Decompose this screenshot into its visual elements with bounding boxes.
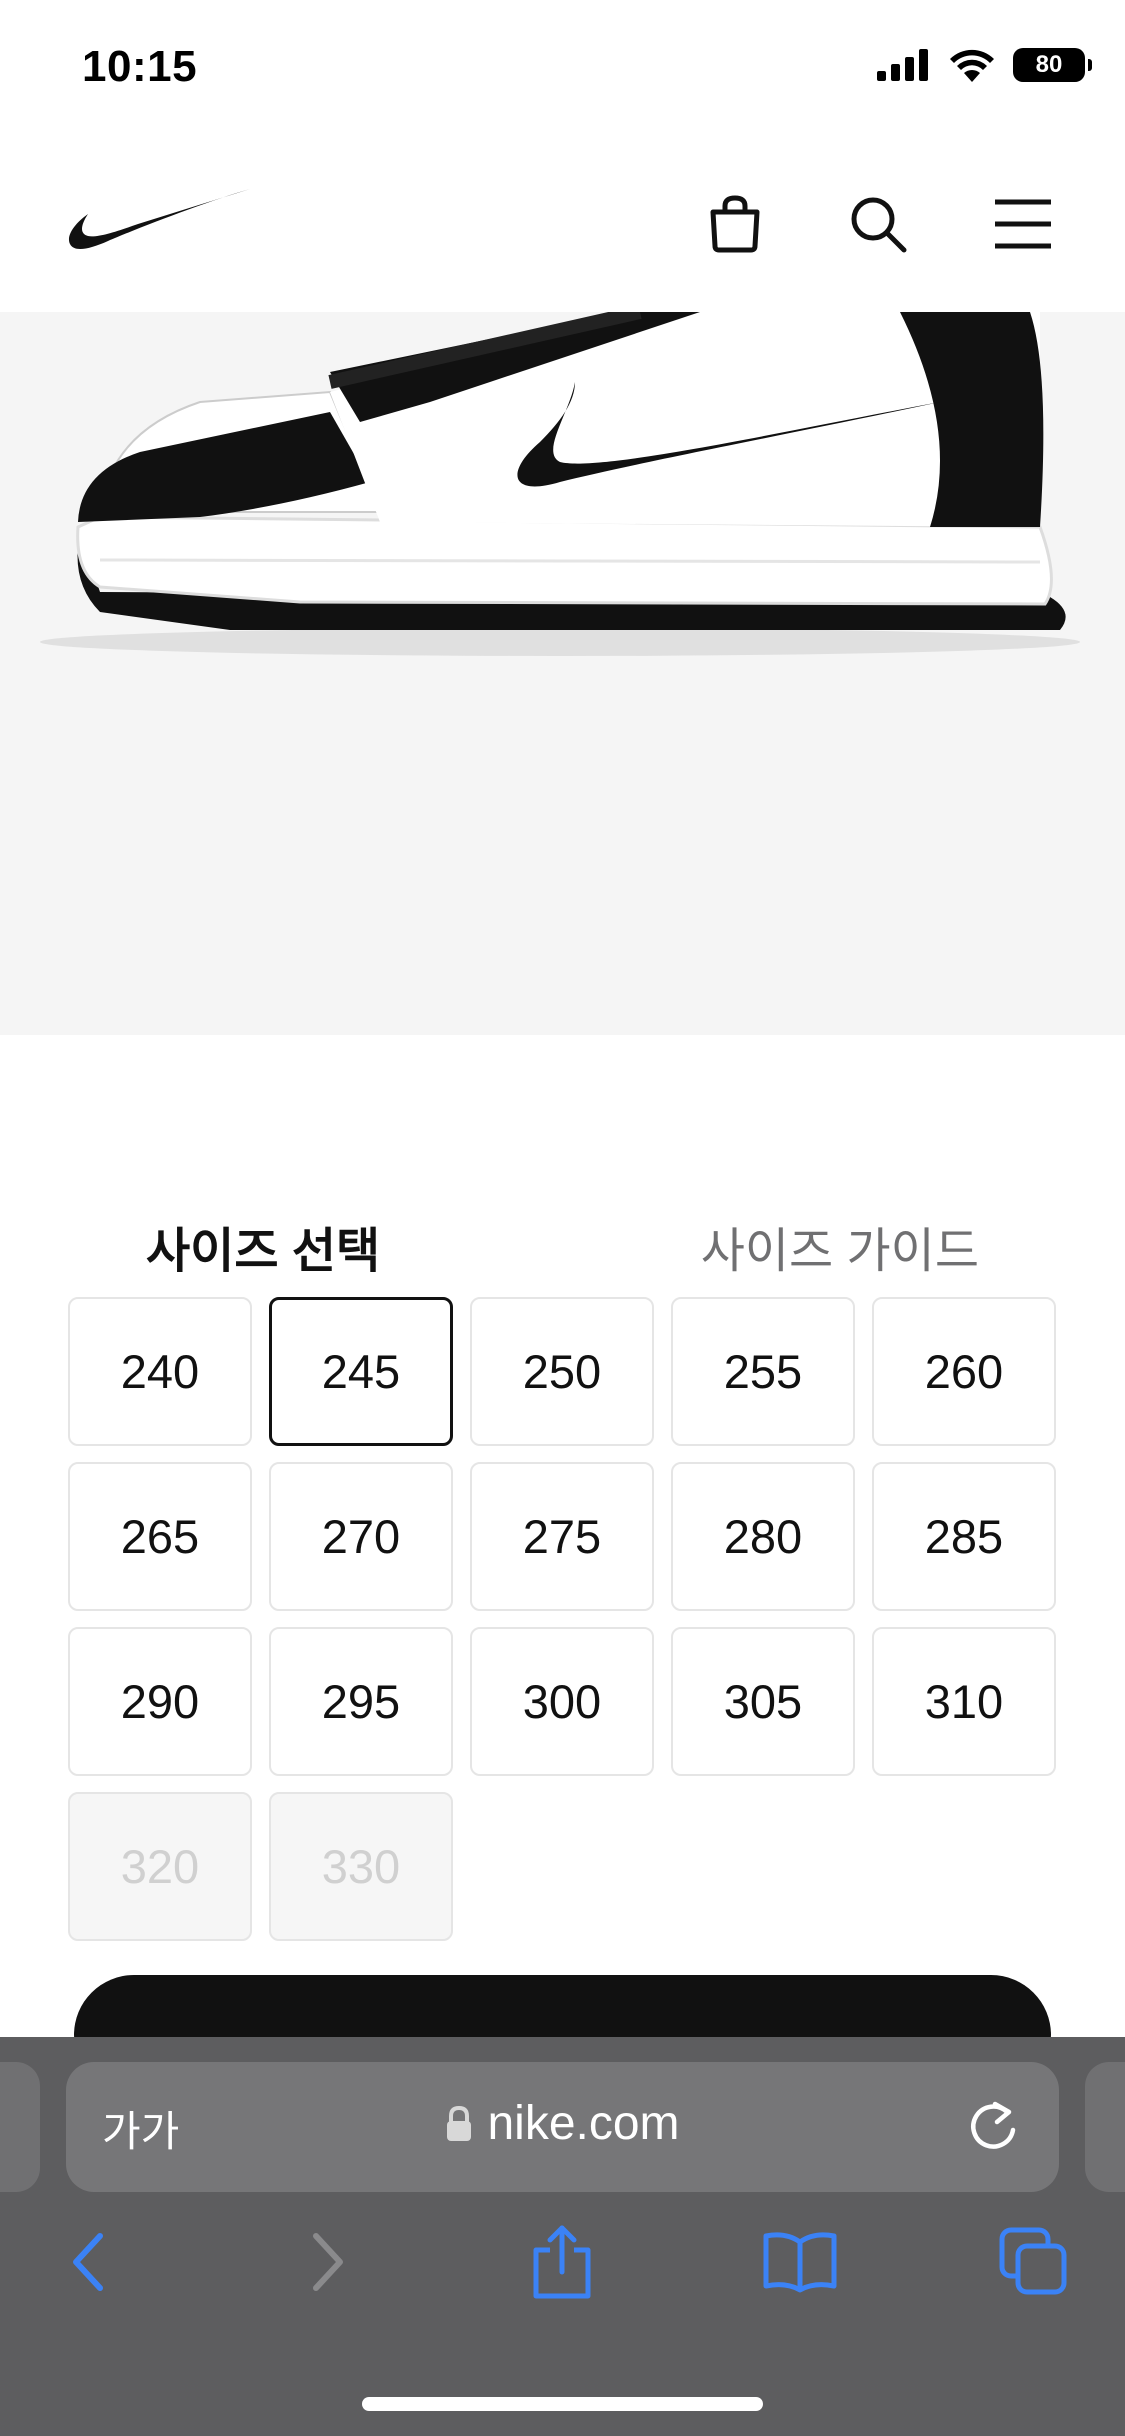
tabs-icon	[999, 2227, 1067, 2295]
size-option-280[interactable]: 280	[671, 1462, 855, 1611]
size-option-250[interactable]: 250	[470, 1297, 654, 1446]
previous-tab-peek[interactable]	[0, 2062, 40, 2192]
size-option-300[interactable]: 300	[470, 1627, 654, 1776]
forward-icon	[313, 2233, 343, 2291]
address-bar[interactable]: 가가 nike.com	[66, 2062, 1059, 2192]
bag-button[interactable]	[695, 184, 775, 264]
size-option-275[interactable]: 275	[470, 1462, 654, 1611]
wifi-icon	[950, 49, 994, 82]
size-option-270[interactable]: 270	[269, 1462, 453, 1611]
home-indicator	[362, 2397, 763, 2411]
bag-icon	[710, 195, 760, 253]
size-option-240[interactable]: 240	[68, 1297, 252, 1446]
back-button[interactable]	[38, 2212, 138, 2312]
size-option-255[interactable]: 255	[671, 1297, 855, 1446]
share-button[interactable]	[512, 2212, 612, 2312]
menu-icon	[995, 199, 1051, 249]
size-section-header: 사이즈 선택 사이즈 가이드	[0, 1205, 1125, 1278]
share-icon	[533, 2225, 591, 2299]
cellular-signal-icon	[877, 49, 928, 81]
back-icon	[73, 2233, 103, 2291]
bookmarks-icon	[763, 2232, 837, 2293]
tabs-button[interactable]	[984, 2212, 1084, 2312]
size-option-245[interactable]: 245	[269, 1297, 453, 1446]
size-option-305[interactable]: 305	[671, 1627, 855, 1776]
url-display[interactable]: nike.com	[66, 2096, 1059, 2151]
search-icon	[851, 197, 907, 253]
size-select-title: 사이즈 선택	[146, 1225, 381, 1278]
size-guide-link[interactable]: 사이즈 가이드	[701, 1211, 979, 1281]
status-icons: 80	[877, 48, 1092, 82]
size-option-265[interactable]: 265	[68, 1462, 252, 1611]
search-button[interactable]	[838, 184, 918, 264]
browser-toolbar	[0, 2212, 1125, 2332]
battery-level: 80	[1035, 51, 1063, 78]
url-text: nike.com	[487, 2097, 680, 2150]
size-grid: 240 245 250 255 260 265 270 275 280 285 290 295 300 3…	[68, 1297, 1057, 1941]
product-image[interactable]	[0, 312, 1125, 1035]
size-option-260[interactable]: 260	[872, 1297, 1056, 1446]
status-time: 10:15	[82, 42, 198, 91]
battery-icon: 80	[1013, 48, 1092, 82]
site-header	[0, 140, 1125, 312]
sneaker-illustration	[40, 312, 1080, 656]
status-bar: 10:15 80	[0, 0, 1125, 140]
menu-button[interactable]	[983, 184, 1063, 264]
lock-icon	[447, 2105, 472, 2141]
size-option-285[interactable]: 285	[872, 1462, 1056, 1611]
size-option-320: 320	[68, 1792, 252, 1941]
forward-button[interactable]	[278, 2212, 378, 2312]
bookmarks-button[interactable]	[750, 2212, 850, 2312]
reload-button[interactable]	[965, 2098, 1021, 2159]
size-option-330: 330	[269, 1792, 453, 1941]
nike-swoosh-logo[interactable]	[68, 186, 250, 257]
next-tab-peek[interactable]	[1085, 2062, 1125, 2192]
size-option-295[interactable]: 295	[269, 1627, 453, 1776]
browser-bottom-bar: 가가 nike.com	[0, 2037, 1125, 2436]
size-option-290[interactable]: 290	[68, 1627, 252, 1776]
reload-icon	[971, 2101, 1016, 2149]
size-option-310[interactable]: 310	[872, 1627, 1056, 1776]
